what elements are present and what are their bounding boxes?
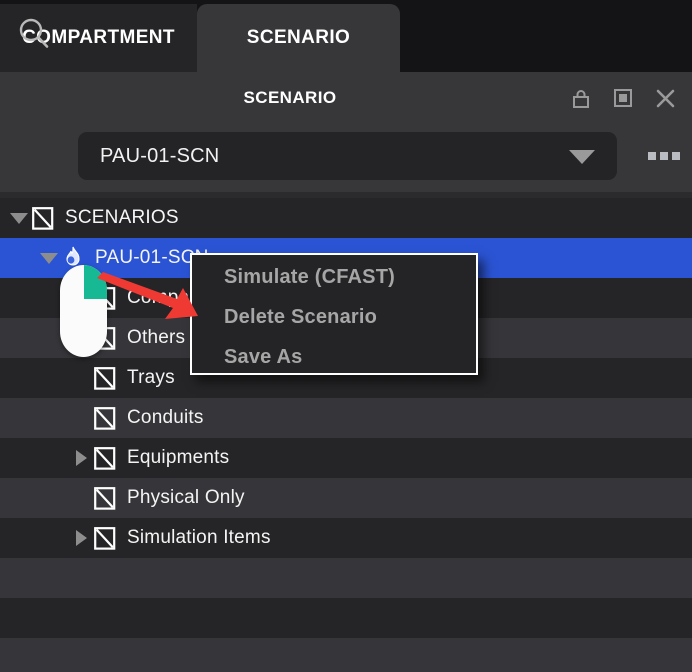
slashed-square-icon xyxy=(92,478,118,518)
panel-header: SCENARIO xyxy=(0,72,692,124)
menu-item-simulate[interactable]: Simulate (CFAST) xyxy=(192,257,476,297)
table-row-label: Equipments xyxy=(127,447,230,468)
menu-item-delete-scenario[interactable]: Delete Scenario xyxy=(192,297,476,337)
expander-expand-icon[interactable] xyxy=(70,438,92,478)
context-menu[interactable]: Simulate (CFAST) Delete Scenario Save As xyxy=(190,253,478,375)
table-row[interactable]: Simulation Items xyxy=(0,518,692,558)
expander-placeholder xyxy=(70,358,92,398)
red-arrow-annotation xyxy=(95,272,200,334)
menu-item-save-as-label: Save As xyxy=(224,345,303,368)
tab-scenario-label: SCENARIO xyxy=(246,27,351,48)
table-row-label: Trays xyxy=(127,367,175,388)
slashed-square-icon xyxy=(30,198,56,238)
slashed-square-icon xyxy=(92,518,118,558)
expander-collapse-icon[interactable] xyxy=(8,198,30,238)
table-row-label: SCENARIOS xyxy=(65,207,179,228)
menu-item-simulate-label: Simulate (CFAST) xyxy=(224,265,395,288)
chevron-down-icon[interactable] xyxy=(569,150,595,164)
scenario-select[interactable]: PAU-01-SCN xyxy=(78,132,617,180)
search-icon[interactable] xyxy=(16,16,52,52)
table-row-label: Physical Only xyxy=(127,487,245,508)
scenario-panel-window: COMPARTMENT SCENARIO SCENARIO PAU-01-SCN… xyxy=(0,0,692,672)
expander-expand-icon[interactable] xyxy=(70,518,92,558)
table-row[interactable]: Physical Only xyxy=(0,478,692,518)
page-title-text: SCENARIO xyxy=(243,88,337,107)
tab-scenario[interactable]: SCENARIO xyxy=(197,4,400,72)
lock-icon[interactable] xyxy=(570,87,592,109)
table-row[interactable]: SCENARIOS xyxy=(0,198,692,238)
table-row-empty[interactable] xyxy=(0,598,692,638)
slashed-square-icon xyxy=(92,358,118,398)
slashed-square-icon xyxy=(92,398,118,438)
menu-item-save-as[interactable]: Save As xyxy=(192,337,476,377)
slashed-square-icon xyxy=(92,438,118,478)
expander-collapse-icon[interactable] xyxy=(38,238,60,278)
page-title: SCENARIO xyxy=(0,72,580,124)
table-row-empty[interactable] xyxy=(0,638,692,672)
expander-placeholder xyxy=(70,398,92,438)
panel-header-icons xyxy=(570,72,684,124)
table-row-label: Conduits xyxy=(127,407,204,428)
more-options-icon[interactable] xyxy=(648,148,682,164)
table-row[interactable]: Equipments xyxy=(0,438,692,478)
table-row-label: Simulation Items xyxy=(127,527,271,548)
table-row[interactable]: Conduits xyxy=(0,398,692,438)
close-icon[interactable] xyxy=(654,87,676,109)
scenario-select-value: PAU-01-SCN xyxy=(100,144,220,167)
table-row-empty[interactable] xyxy=(0,558,692,598)
tab-bar: COMPARTMENT SCENARIO xyxy=(0,0,692,72)
expander-placeholder xyxy=(70,478,92,518)
menu-item-delete-scenario-label: Delete Scenario xyxy=(224,305,378,328)
maximize-icon[interactable] xyxy=(612,87,634,109)
